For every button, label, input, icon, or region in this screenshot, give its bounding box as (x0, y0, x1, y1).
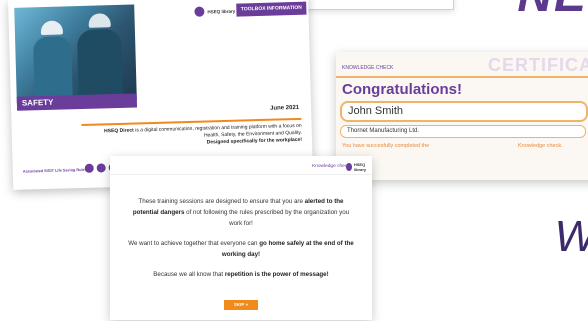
text: We want to achieve together that everyon… (128, 240, 260, 247)
paragraph: We want to achieve together that everyon… (128, 238, 354, 260)
desc-lead: HSEQ Direct (104, 127, 134, 135)
congrats-heading: Congratulations! (342, 81, 462, 98)
hseq-logo: HSEQ library (194, 6, 235, 17)
completion-text: You have succesfully completed the (342, 143, 430, 149)
knowledge-check-link[interactable]: Knowledge check (312, 164, 350, 169)
hseq-logo: HSEQ library (346, 162, 372, 172)
desc-rest: is a digital communication, registration… (133, 122, 302, 139)
workers-photo (14, 4, 137, 104)
worker-figure (33, 36, 73, 104)
photo-label: SAFETY (16, 93, 138, 111)
skip-button[interactable]: SKIP » (224, 300, 258, 310)
text: of not following the rules prescribed by… (184, 209, 350, 227)
completion-line: You have succesfully completed the Knowl… (342, 143, 563, 149)
background-cursive: W (554, 212, 588, 262)
helmet-icon (88, 13, 111, 28)
partial-card (300, 0, 454, 10)
logo-text: HSEQ library (353, 162, 367, 172)
name-field: John Smith (340, 101, 588, 122)
desc-tail: Designed specifically for the workplace! (206, 136, 303, 146)
logo-icon (346, 163, 352, 171)
company-field: Thornet Manufacturing Ltd. (340, 125, 586, 138)
completion-item: Knowledge check. (518, 143, 563, 149)
text: Because we all know that (153, 271, 225, 278)
logo-icon (194, 6, 205, 17)
emphasis: repetition is the power of message! (224, 271, 329, 278)
background-letters: NE (517, 0, 588, 23)
date: June 2021 (270, 104, 300, 112)
paragraph: Because we all know that repetition is t… (128, 269, 354, 280)
facebook-icon[interactable] (84, 163, 94, 173)
toolbox-banner: TOOLBOX INFORMATION (236, 1, 307, 17)
footer-text: Associated SIGIT Life Saving Rules (22, 167, 87, 174)
helmet-icon (40, 20, 63, 36)
cert-small-label: KNOWLEDGE CHECK (342, 65, 394, 71)
certificate-card: KNOWLEDGE CHECK CERTIFICATE Congratulati… (336, 52, 588, 180)
certificate-title: CERTIFICATE (488, 55, 588, 75)
logo-text: HSEQ library (207, 8, 236, 14)
training-body: These training sessions are designed to … (128, 196, 354, 289)
linkedin-icon[interactable] (96, 163, 106, 173)
description: HSEQ Direct is a digital communication, … (92, 123, 303, 150)
text: These training sessions are designed to … (138, 198, 305, 205)
paragraph: These training sessions are designed to … (128, 196, 354, 229)
worker-figure (76, 28, 123, 104)
training-card: Knowledge check HSEQ library These train… (110, 156, 372, 320)
